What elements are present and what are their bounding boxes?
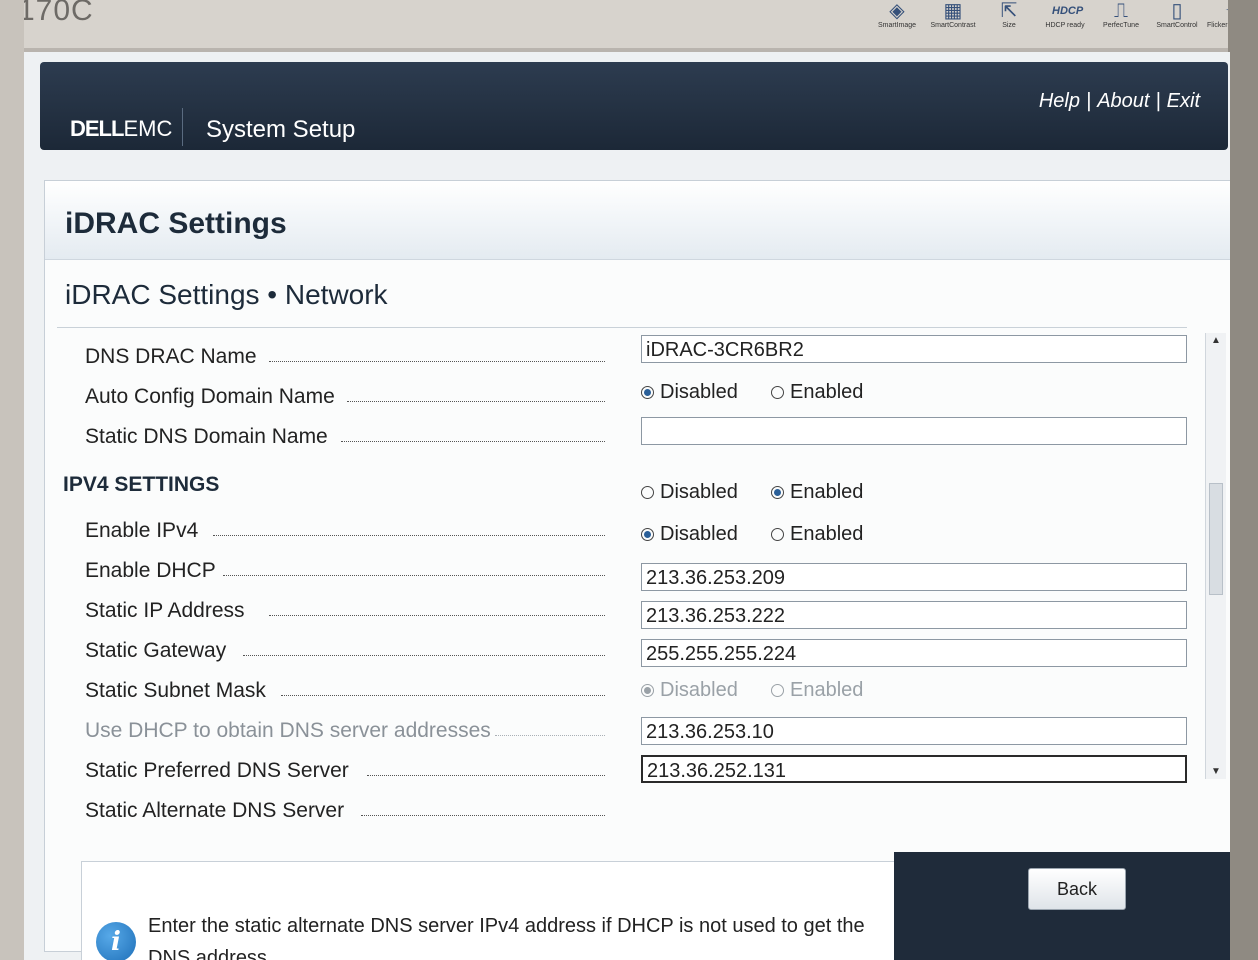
scroll-up-arrow-icon[interactable]: ▲ bbox=[1211, 335, 1221, 346]
header-divider bbox=[182, 108, 183, 146]
header-links: Help | About | Exit bbox=[1038, 90, 1200, 112]
radio-dot bbox=[771, 386, 784, 399]
monitor-bezel-left bbox=[0, 0, 24, 960]
leader-dots bbox=[269, 615, 605, 616]
dellemc-logo: DELLEMC bbox=[70, 116, 173, 141]
about-link[interactable]: About bbox=[1097, 90, 1149, 112]
static-subnet-input[interactable]: 255.255.255.224 bbox=[641, 639, 1187, 667]
size-icon: ⇱ Size bbox=[1000, 0, 1018, 29]
scrollbar[interactable]: ▲ ▼ bbox=[1205, 333, 1226, 779]
dns-drac-name-input[interactable]: iDRAC-3CR6BR2 bbox=[641, 335, 1187, 363]
static-ip-input[interactable]: 213.36.253.209 bbox=[641, 563, 1187, 591]
leader-dots bbox=[281, 695, 605, 696]
alternate-dns-input[interactable]: 213.36.252.131 bbox=[641, 755, 1187, 783]
auto-config-domain-label: Auto Config Domain Name bbox=[85, 385, 335, 408]
hdcp-icon: HDCP HDCP ready bbox=[1045, 5, 1085, 29]
app-title: System Setup bbox=[206, 116, 356, 143]
radio-dot bbox=[771, 684, 784, 697]
radio-dot bbox=[771, 486, 784, 499]
static-subnet-label: Static Subnet Mask bbox=[85, 679, 266, 702]
footer-bar: Back bbox=[894, 852, 1230, 960]
use-dhcp-dns-enabled-radio: Enabled bbox=[771, 679, 863, 702]
header-bar: DELLEMC System Setup Help | About | Exit bbox=[40, 62, 1228, 150]
enable-ipv4-label: Enable IPv4 bbox=[85, 519, 199, 542]
help-text: Enter the static alternate DNS server IP… bbox=[148, 915, 865, 960]
enable-dhcp-label: Enable DHCP bbox=[85, 559, 216, 582]
enable-ipv4-disabled-radio[interactable]: Disabled bbox=[641, 481, 738, 504]
monitor-osd-icons: ◈ SmartImage ▦ SmartContrast ⇱ Size HDCP HDCP r… bbox=[872, 0, 1258, 38]
exit-link[interactable]: Exit bbox=[1167, 90, 1200, 112]
auto-config-domain-enabled-radio[interactable]: Enabled bbox=[771, 381, 863, 404]
row-static-dns-domain: Static DNS Domain Name bbox=[85, 417, 1187, 455]
leader-dots bbox=[367, 775, 605, 776]
monitor-bezel-top: 170C ◈ SmartImage ▦ SmartContrast ⇱ Size HDCP H… bbox=[0, 0, 1258, 48]
static-dns-domain-label: Static DNS Domain Name bbox=[85, 425, 328, 448]
smartcontrast-icon: ▦ SmartContrast bbox=[930, 0, 976, 29]
leader-dots bbox=[243, 655, 605, 656]
row-auto-config-domain: Auto Config Domain Name Disabled Enabled bbox=[85, 377, 1165, 415]
smartcontrol-icon: ▯ SmartControl bbox=[1156, 0, 1198, 29]
row-alternate-dns: Static Alternate DNS Server 213.36.252.1… bbox=[85, 755, 1187, 829]
auto-config-domain-disabled-radio[interactable]: Disabled bbox=[641, 381, 738, 404]
help-link[interactable]: Help bbox=[1039, 90, 1080, 112]
row-dns-drac-name: DNS DRAC Name iDRAC-3CR6BR2 bbox=[85, 335, 1187, 375]
section-title: iDRAC Settings • Network bbox=[65, 279, 388, 310]
static-gateway-label: Static Gateway bbox=[85, 639, 227, 662]
info-icon: i bbox=[96, 922, 136, 960]
use-dhcp-dns-label: Use DHCP to obtain DNS server addresses bbox=[85, 719, 491, 742]
leader-dots bbox=[361, 815, 605, 816]
leader-dots bbox=[269, 361, 605, 362]
section-divider bbox=[57, 327, 1187, 328]
scroll-thumb[interactable] bbox=[1209, 483, 1223, 595]
leader-dots bbox=[213, 535, 605, 536]
radio-dot bbox=[771, 528, 784, 541]
alternate-dns-label: Static Alternate DNS Server bbox=[85, 799, 345, 822]
leader-dots bbox=[341, 441, 605, 442]
preferred-dns-label: Static Preferred DNS Server bbox=[85, 759, 349, 782]
settings-panel: iDRAC Settings iDRAC Settings • Network … bbox=[44, 180, 1230, 960]
bios-screen: DELLEMC System Setup Help | About | Exit iDR… bbox=[24, 52, 1230, 960]
ipv4-settings-heading: IPV4 SETTINGS bbox=[63, 473, 220, 496]
static-dns-domain-input[interactable] bbox=[641, 417, 1187, 445]
radio-dot bbox=[641, 486, 654, 499]
static-ip-label: Static IP Address bbox=[85, 599, 245, 622]
row-enable-ipv4: Enable IPv4 Disabled Enabled bbox=[85, 481, 1165, 549]
perfectune-icon: ⎍ PerfecTune bbox=[1103, 0, 1139, 29]
panel-title-bar: iDRAC Settings bbox=[45, 181, 1230, 260]
radio-dot bbox=[641, 528, 654, 541]
dns-drac-name-label: DNS DRAC Name bbox=[85, 345, 257, 368]
preferred-dns-input[interactable]: 213.36.253.10 bbox=[641, 717, 1187, 745]
monitor-bezel-right bbox=[1228, 0, 1258, 960]
help-box: i Enter the static alternate DNS server … bbox=[81, 861, 903, 960]
scroll-down-arrow-icon[interactable]: ▼ bbox=[1211, 766, 1221, 777]
smartimage-icon: ◈ SmartImage bbox=[877, 0, 917, 29]
enable-dhcp-disabled-radio[interactable]: Disabled bbox=[641, 523, 738, 546]
leader-dots bbox=[495, 735, 605, 736]
row-static-subnet: Static Subnet Mask 255.255.255.224 bbox=[85, 639, 1187, 709]
enable-ipv4-enabled-radio[interactable]: Enabled bbox=[771, 481, 863, 504]
static-gateway-input[interactable]: 213.36.253.222 bbox=[641, 601, 1187, 629]
enable-dhcp-enabled-radio[interactable]: Enabled bbox=[771, 523, 863, 546]
radio-dot bbox=[641, 684, 654, 697]
leader-dots bbox=[347, 401, 605, 402]
use-dhcp-dns-disabled-radio: Disabled bbox=[641, 679, 738, 702]
back-button[interactable]: Back bbox=[1028, 868, 1126, 910]
radio-dot bbox=[641, 386, 654, 399]
page-title: iDRAC Settings bbox=[65, 207, 287, 240]
leader-dots bbox=[223, 575, 605, 576]
monitor-model-label: 170C bbox=[18, 0, 94, 27]
